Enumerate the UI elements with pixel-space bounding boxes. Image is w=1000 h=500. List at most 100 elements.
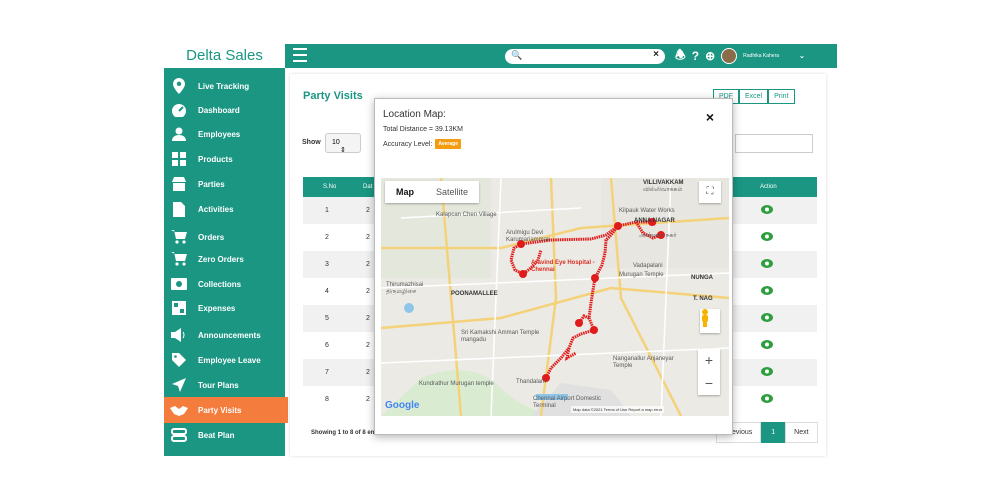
entries-value: 10 bbox=[332, 139, 340, 146]
sidebar-item-label: Activities bbox=[198, 204, 234, 214]
cell-date: 2 bbox=[366, 369, 370, 376]
view-eye-icon[interactable] bbox=[761, 205, 773, 214]
satellite-tab[interactable]: Satellite bbox=[425, 181, 479, 203]
sidebar-item-live-tracking[interactable]: Live Tracking bbox=[164, 75, 285, 97]
route-map[interactable]: VILLIVAKKAM வில்லிவாக்கம் Kilpauk Water Wo… bbox=[381, 178, 729, 416]
google-logo: Google bbox=[385, 400, 420, 411]
col-date[interactable]: Dat bbox=[363, 184, 372, 190]
sidebar-item-label: Dashboard bbox=[198, 105, 240, 115]
cell-date: 2 bbox=[366, 207, 370, 214]
cell-sno: 2 bbox=[325, 234, 329, 241]
map-place-label: வில்லிவாக்கம் bbox=[643, 187, 683, 193]
zoom-in-button[interactable]: + bbox=[698, 349, 720, 372]
avatar[interactable] bbox=[721, 48, 738, 64]
view-eye-icon[interactable] bbox=[761, 367, 773, 376]
sidebar-item-label: Zero Orders bbox=[198, 254, 244, 264]
add-icon[interactable]: ⊕ bbox=[705, 49, 715, 63]
user-icon bbox=[170, 126, 188, 142]
entries-select[interactable]: 10 ⇕ bbox=[325, 133, 361, 154]
sidebar-item-tour-plans[interactable]: Tour Plans bbox=[164, 374, 285, 396]
sidebar-item-parties[interactable]: Parties bbox=[164, 173, 285, 195]
handshake-icon bbox=[170, 402, 188, 418]
chevron-down-icon: ⇕ bbox=[340, 147, 346, 154]
map-place-label: VILLIVAKKAM bbox=[643, 180, 684, 186]
hamburger-menu-icon[interactable] bbox=[293, 48, 307, 62]
map-attribution[interactable]: Map data ©2021 Terms of Use Report a map… bbox=[571, 406, 665, 413]
grid-icon bbox=[170, 151, 188, 167]
sidebar-item-orders[interactable]: Orders bbox=[164, 226, 285, 248]
cart-icon bbox=[170, 229, 188, 245]
sidebar-item-expenses[interactable]: Expenses bbox=[164, 297, 285, 319]
pegman-icon[interactable] bbox=[700, 309, 720, 333]
brand-logo: Delta Sales bbox=[186, 47, 263, 64]
sidebar-item-label: Employee Leave bbox=[198, 355, 261, 365]
sidebar-item-zero-orders[interactable]: Zero Orders bbox=[164, 248, 285, 270]
cell-sno: 1 bbox=[325, 207, 329, 214]
view-eye-icon[interactable] bbox=[761, 313, 773, 322]
tag-icon bbox=[170, 352, 188, 368]
map-place-label: Kalapcan Chen Village bbox=[436, 212, 497, 218]
view-eye-icon[interactable] bbox=[761, 259, 773, 268]
accuracy-label: Accuracy Level: bbox=[383, 140, 433, 148]
fullscreen-icon[interactable]: ⛶ bbox=[699, 181, 721, 203]
sidebar-item-products[interactable]: Products bbox=[164, 148, 285, 170]
sidebar-item-label: Announcements bbox=[198, 330, 261, 340]
map-place-label: Sri Kamakshi Amman Temple mangadu bbox=[461, 330, 540, 343]
location-pin-icon bbox=[170, 78, 188, 94]
map-place-label: Kilpauk Water Works bbox=[619, 208, 675, 214]
zoom-controls: + − bbox=[698, 349, 720, 395]
col-sno[interactable]: S.No bbox=[323, 184, 336, 190]
sidebar-item-employee-leave[interactable]: Employee Leave bbox=[164, 349, 285, 371]
map-tab[interactable]: Map bbox=[385, 181, 425, 203]
map-place-label: Arulmigu Devi Karumariamman bbox=[506, 230, 551, 243]
next-button[interactable]: Next bbox=[785, 422, 818, 443]
chevron-down-icon[interactable]: ⌄ bbox=[799, 52, 805, 60]
sidebar-item-activities[interactable]: Activities bbox=[164, 198, 285, 220]
sidebar-item-label: Parties bbox=[198, 179, 225, 189]
map-place-label: Thandalam bbox=[516, 379, 547, 385]
view-eye-icon[interactable] bbox=[761, 394, 773, 403]
cell-sno: 7 bbox=[325, 369, 329, 376]
help-icon[interactable]: ? bbox=[692, 49, 699, 63]
view-eye-icon[interactable] bbox=[761, 340, 773, 349]
map-place-label: Vadapalani bbox=[633, 263, 663, 269]
sidebar-item-label: Beat Plan bbox=[198, 430, 235, 440]
table-search-input[interactable] bbox=[735, 134, 813, 153]
cell-sno: 8 bbox=[325, 396, 329, 403]
megaphone-icon bbox=[170, 327, 188, 343]
print-button[interactable]: Print bbox=[768, 89, 795, 104]
cell-date: 2 bbox=[366, 315, 370, 322]
search-input[interactable]: 🔍 × bbox=[505, 49, 665, 64]
zoom-out-button[interactable]: − bbox=[698, 372, 720, 395]
sidebar-item-label: Expenses bbox=[198, 303, 236, 313]
col-action[interactable]: Action bbox=[760, 184, 777, 190]
sidebar-item-label: Tour Plans bbox=[198, 380, 239, 390]
accuracy-badge: Average bbox=[435, 139, 461, 149]
sidebar-item-dashboard[interactable]: Dashboard bbox=[164, 99, 285, 121]
excel-button[interactable]: Excel bbox=[739, 89, 769, 104]
map-place-label: Aravind Eye Hospital - Chennai bbox=[531, 260, 595, 273]
sidebar-item-announcements[interactable]: Announcements bbox=[164, 324, 285, 346]
sidebar-item-party-visits[interactable]: Party Visits bbox=[164, 397, 288, 423]
clear-icon[interactable]: × bbox=[653, 49, 659, 60]
speedometer-icon bbox=[170, 102, 188, 118]
map-place-label: Thirumazhisai bbox=[386, 282, 424, 288]
close-icon[interactable]: × bbox=[706, 109, 714, 125]
sidebar-item-beat-plan[interactable]: Beat Plan bbox=[164, 424, 285, 446]
user-name[interactable]: Radhika Kahera bbox=[743, 53, 779, 59]
store-icon bbox=[170, 176, 188, 192]
top-bar: 🔍 × 🕭 ? ⊕ Radhika Kahera ⌄ bbox=[285, 44, 837, 68]
page-title: Party Visits bbox=[303, 90, 363, 102]
page-1-button[interactable]: 1 bbox=[761, 422, 786, 443]
view-eye-icon[interactable] bbox=[761, 232, 773, 241]
view-eye-icon[interactable] bbox=[761, 286, 773, 295]
sidebar: Live Tracking Dashboard Employees Products P… bbox=[164, 68, 288, 456]
cell-date: 2 bbox=[366, 342, 370, 349]
sidebar-item-label: Live Tracking bbox=[198, 81, 250, 91]
cell-date: 2 bbox=[366, 288, 370, 295]
expenses-icon bbox=[170, 300, 188, 316]
notification-icon[interactable]: 🕭 bbox=[675, 46, 686, 67]
search-icon: 🔍 bbox=[511, 50, 523, 60]
sidebar-item-collections[interactable]: Collections bbox=[164, 273, 285, 295]
sidebar-item-employees[interactable]: Employees bbox=[164, 123, 285, 145]
